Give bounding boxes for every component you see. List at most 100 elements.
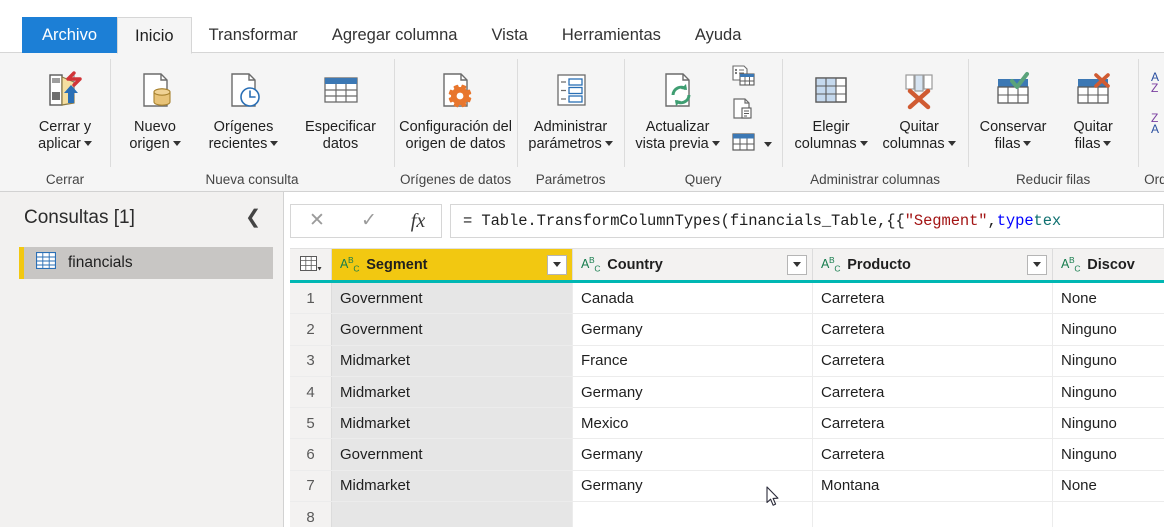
tab-inicio[interactable]: Inicio (117, 17, 192, 54)
cell-discount[interactable]: Ninguno (1053, 377, 1159, 407)
cell-discount[interactable]: None (1053, 283, 1159, 313)
cell-segment[interactable]: Midmarket (332, 345, 573, 376)
cell-producto[interactable]: Carretera (813, 283, 1053, 314)
properties-button[interactable] (731, 65, 772, 92)
chevron-down-icon[interactable] (270, 140, 279, 146)
table-row[interactable]: 5 Midmarket Mexico Carretera Ninguno (290, 408, 1164, 440)
queries-sidebar: Consultas [1] ❮ financials (0, 192, 284, 527)
cell-country[interactable]: Germany (573, 470, 813, 502)
cell-producto[interactable]: Carretera (813, 439, 1053, 470)
sort-ascending-button[interactable]: A Z (1149, 69, 1164, 100)
cell-country[interactable]: Germany (573, 314, 813, 345)
advanced-editor-button[interactable] (731, 98, 772, 125)
column-header-producto[interactable]: ABC Producto (813, 249, 1053, 280)
formula-comma: , (987, 212, 997, 230)
cell-country[interactable]: Canada (573, 283, 813, 314)
column-filter-button-segment[interactable] (547, 254, 567, 275)
chevron-down-icon[interactable] (1023, 140, 1032, 146)
chevron-down-icon[interactable] (859, 140, 868, 146)
cell-producto[interactable]: Carretera (813, 314, 1053, 345)
row-number: 2 (290, 314, 332, 345)
cell-discount[interactable]: None (1053, 471, 1159, 501)
chevron-down-icon[interactable] (172, 140, 181, 146)
chevron-left-icon[interactable]: ❮ (241, 206, 265, 229)
cell-producto[interactable]: Carretera (813, 408, 1053, 439)
table-row[interactable]: 2 Government Germany Carretera Ninguno (290, 314, 1164, 346)
cell-country[interactable] (573, 502, 813, 527)
select-all-table-button[interactable] (290, 249, 332, 280)
cell-segment[interactable]: Midmarket (332, 408, 573, 439)
manage-parameters-label-2: parámetros (528, 136, 602, 152)
text-type-icon: ABC (581, 255, 601, 274)
tab-ayuda[interactable]: Ayuda (678, 17, 759, 54)
keep-rows-icon (992, 63, 1034, 117)
tab-vista[interactable]: Vista (474, 17, 544, 54)
column-header-discount[interactable]: ABC Discov (1053, 249, 1159, 280)
remove-rows-button[interactable]: Quitar filas (1054, 59, 1132, 153)
cell-discount[interactable]: Ninguno (1053, 439, 1159, 469)
keep-rows-button[interactable]: Conservar filas (974, 59, 1052, 153)
chevron-down-icon[interactable] (947, 140, 956, 146)
column-filter-button-producto[interactable] (1027, 254, 1047, 275)
cell-country[interactable]: Germany (573, 376, 813, 408)
cell-segment[interactable]: Government (332, 314, 573, 345)
chevron-down-icon[interactable] (764, 142, 773, 147)
table-row[interactable]: 1 Government Canada Carretera None (290, 283, 1164, 315)
cell-country[interactable]: Germany (573, 439, 813, 470)
close-and-apply-button[interactable]: Cerrar y aplicar (26, 59, 104, 153)
new-source-button[interactable]: Nuevo origen (116, 59, 194, 153)
tab-transformar[interactable]: Transformar (192, 17, 315, 54)
accept-check-icon[interactable]: ✓ (343, 205, 395, 237)
row-number: 4 (290, 376, 332, 408)
cell-country[interactable]: France (573, 345, 813, 376)
cell-producto[interactable]: Carretera (813, 376, 1053, 408)
cell-producto[interactable]: Montana (813, 470, 1053, 502)
table-row[interactable]: 8 (290, 502, 1164, 527)
remove-columns-button[interactable]: Quitar columnas (876, 59, 962, 153)
cell-discount[interactable] (1053, 502, 1159, 527)
table-row[interactable]: 7 Midmarket Germany Montana None (290, 470, 1164, 503)
keep-rows-label-1: Conservar (979, 119, 1047, 135)
cell-segment[interactable]: Midmarket (332, 470, 573, 502)
chevron-down-icon[interactable] (1103, 140, 1112, 146)
cell-discount[interactable]: Ninguno (1053, 314, 1159, 344)
cell-country[interactable]: Mexico (573, 408, 813, 439)
column-header-country[interactable]: ABC Country (573, 249, 813, 280)
manage-parameters-button[interactable]: Administrar parámetros (523, 59, 618, 153)
sidebar-item-financials[interactable]: financials (19, 247, 273, 279)
formula-input[interactable]: = Table.TransformColumnTypes(financials_… (450, 204, 1164, 238)
table-row[interactable]: 4 Midmarket Germany Carretera Ninguno (290, 376, 1164, 409)
cell-segment[interactable]: Midmarket (332, 376, 573, 408)
choose-columns-button[interactable]: Elegir columnas (788, 59, 874, 153)
chevron-down-icon[interactable] (711, 140, 720, 146)
cell-producto[interactable] (813, 502, 1053, 527)
cell-segment[interactable] (332, 502, 573, 527)
refresh-preview-button[interactable]: Actualizar vista previa (630, 59, 725, 153)
chevron-down-icon (1033, 262, 1041, 267)
data-source-settings-button[interactable]: Configuración del origen de datos (399, 59, 512, 153)
cell-discount[interactable]: Ninguno (1053, 346, 1159, 376)
sort-descending-button[interactable]: Z A (1149, 110, 1164, 141)
cell-producto[interactable]: Carretera (813, 345, 1053, 376)
cell-segment[interactable]: Government (332, 283, 573, 314)
cell-discount[interactable]: Ninguno (1053, 408, 1159, 438)
tab-agregar-columna[interactable]: Agregar columna (315, 17, 475, 54)
main-area: Consultas [1] ❮ financials ✕ ✓ fx = Tabl… (0, 192, 1164, 527)
column-header-segment[interactable]: ABC Segment (332, 249, 573, 280)
fx-icon[interactable]: fx (395, 205, 441, 237)
column-filter-button-country[interactable] (787, 254, 807, 275)
manage-button[interactable] (731, 131, 773, 158)
table-row[interactable]: 6 Government Germany Carretera Ninguno (290, 439, 1164, 471)
cell-segment[interactable]: Government (332, 439, 573, 470)
new-source-icon (134, 63, 176, 117)
table-row[interactable]: 3 Midmarket France Carretera Ninguno (290, 345, 1164, 377)
refresh-preview-label-1: Actualizar (645, 119, 710, 135)
cancel-x-icon[interactable]: ✕ (291, 205, 343, 237)
enter-data-button[interactable]: Especificar datos (293, 59, 388, 153)
manage-parameters-icon (550, 63, 592, 117)
recent-sources-button[interactable]: Orígenes recientes (196, 59, 291, 153)
chevron-down-icon[interactable] (604, 140, 613, 146)
tab-archivo[interactable]: Archivo (22, 17, 118, 54)
tab-herramientas[interactable]: Herramientas (545, 17, 678, 54)
chevron-down-icon[interactable] (83, 140, 92, 146)
